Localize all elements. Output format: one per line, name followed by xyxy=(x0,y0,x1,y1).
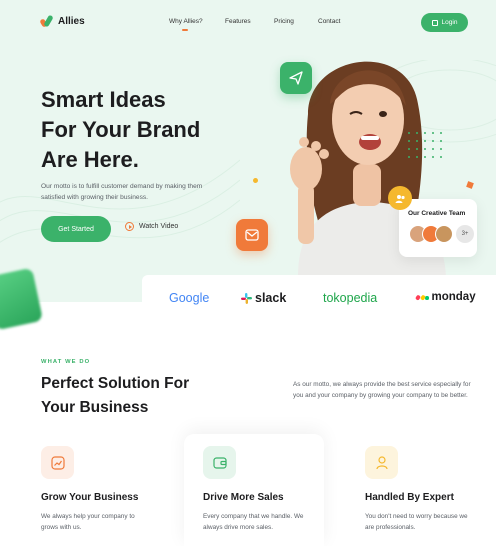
hero-headline: Smart Ideas For Your Brand Are Here. xyxy=(41,85,200,175)
nav-link-pricing[interactable]: Pricing xyxy=(274,18,294,25)
feature-description: We always help your company to grows wit… xyxy=(41,513,135,531)
allies-logo-icon xyxy=(39,14,54,28)
feature-description: Every company that we handle. We always … xyxy=(203,513,304,531)
slack-logo: slack xyxy=(241,291,286,305)
more-members-badge: 3+ xyxy=(456,225,474,243)
section-title: Perfect Solution For Your Business xyxy=(41,372,189,420)
decorative-dot-yellow xyxy=(253,178,258,183)
nav-link-contact[interactable]: Contact xyxy=(318,18,340,25)
watch-video-label: Watch Video xyxy=(139,223,179,230)
decorative-dots xyxy=(408,132,448,168)
users-icon xyxy=(395,194,405,203)
headline-line-3: Are Here. xyxy=(41,147,139,172)
feature-description: You don't need to worry because we are p… xyxy=(365,513,468,531)
feature-icon-tile xyxy=(365,446,398,479)
growth-chart-icon xyxy=(50,455,65,470)
feature-icon-tile xyxy=(203,446,236,479)
feature-title: Grow Your Business xyxy=(41,492,139,503)
feature-title: Handled By Expert xyxy=(365,492,454,503)
play-circle-icon xyxy=(125,222,134,231)
monday-logo: monday xyxy=(414,291,476,303)
mail-icon xyxy=(245,229,259,241)
headline-line-2: For Your Brand xyxy=(41,117,201,142)
feature-title: Drive More Sales xyxy=(203,492,284,503)
login-button[interactable]: Login xyxy=(421,13,468,32)
login-label: Login xyxy=(441,19,458,26)
hero-motto: Our motto is to fulfill customer demand … xyxy=(41,183,203,201)
monday-icon xyxy=(414,293,429,301)
get-started-button[interactable]: Get Started xyxy=(41,216,111,242)
team-avatars: 3+ xyxy=(409,225,474,243)
headline-line-1: Smart Ideas xyxy=(41,87,166,112)
paper-plane-tile xyxy=(280,62,312,94)
section-title-line-2: Your Business xyxy=(41,399,149,416)
slack-wordmark: slack xyxy=(255,291,287,305)
paper-plane-icon xyxy=(289,71,303,85)
tokopedia-logo: tokopedia xyxy=(323,291,378,305)
brand-logo[interactable]: Allies xyxy=(39,14,85,28)
top-navbar: Allies Why Allies? Features Pricing Cont… xyxy=(0,0,496,44)
team-badge xyxy=(388,186,412,210)
wallet-icon xyxy=(212,456,227,469)
feature-card-grow: Grow Your Business We always help your c… xyxy=(41,434,201,546)
feature-card-expert: Handled By Expert You don't need to worr… xyxy=(365,434,496,546)
slack-icon xyxy=(241,292,252,304)
brand-name: Allies xyxy=(58,15,85,27)
partner-logos-strip: Google slack tokopedia monday xyxy=(142,275,496,323)
team-card-title: Our Creative Team xyxy=(408,210,466,217)
feature-card-sales: Drive More Sales Every company that we h… xyxy=(184,434,324,546)
mail-tile xyxy=(236,219,268,251)
user-icon xyxy=(375,455,388,469)
section-eyebrow: WHAT WE DO xyxy=(41,359,91,365)
creative-team-card: Our Creative Team 3+ xyxy=(399,199,477,257)
monday-wordmark: monday xyxy=(431,291,476,303)
nav-active-indicator xyxy=(182,29,188,31)
google-logo: Google xyxy=(169,291,210,305)
avatar xyxy=(435,225,453,243)
watch-video-button[interactable]: Watch Video xyxy=(125,222,178,231)
feature-icon-tile xyxy=(41,446,74,479)
nav-link-why-allies[interactable]: Why Allies? xyxy=(169,18,203,25)
section-title-line-1: Perfect Solution For xyxy=(41,375,190,392)
section-description: As our motto, we always provide the best… xyxy=(293,381,471,399)
nav-link-features[interactable]: Features xyxy=(225,18,251,25)
login-icon xyxy=(431,19,438,26)
